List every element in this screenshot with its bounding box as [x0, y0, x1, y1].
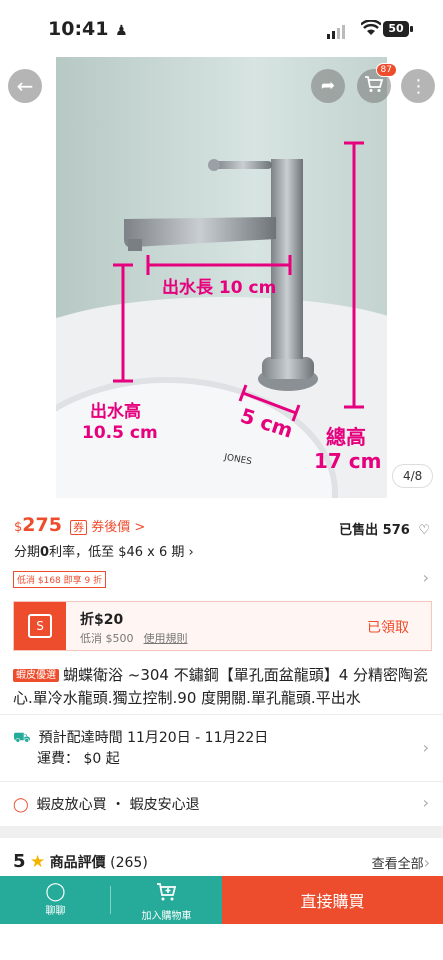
person-icon: ♟	[115, 23, 128, 39]
signal-icon	[327, 24, 349, 43]
chat-icon: ◯	[45, 881, 66, 902]
back-arrow-icon: ←	[16, 74, 34, 98]
guarantee-row[interactable]: ◯ 蝦皮放心買 ・ 蝦皮安心退	[13, 794, 200, 814]
shopping-bag-icon: S	[28, 614, 52, 638]
heart-icon[interactable]: ♡	[418, 523, 430, 538]
add-cart-icon	[111, 882, 222, 907]
shipping-eta: 預計配達時間 11月20日 - 11月22日	[38, 730, 269, 746]
shipping-fee: 運費： $0 起	[37, 751, 120, 767]
status-time: 10:41 ♟	[48, 18, 128, 40]
annotation-spout-length: 出水長 10 cm	[162, 278, 277, 298]
chevron-right-icon[interactable]: ›	[423, 568, 429, 587]
chevron-right-icon: ›	[423, 853, 430, 872]
star-icon: ★	[29, 852, 46, 872]
voucher-rules-link[interactable]: 使用規則	[144, 632, 188, 645]
product-image[interactable]: 出水長 10 cm 出水高 10.5 cm 5 cm 總高 17 cm JONE…	[56, 57, 387, 498]
cart-icon	[364, 74, 384, 98]
rating-score: 5	[13, 851, 26, 872]
annotation-total-height-value: 17 cm	[314, 449, 382, 473]
image-page-indicator: 4/8	[392, 464, 434, 488]
installment-rate-bold: 0	[40, 545, 50, 560]
annotation-total-height-label: 總高	[326, 425, 366, 449]
rating-count: (265)	[110, 855, 148, 871]
truck-icon: ⛟	[13, 730, 31, 746]
more-button[interactable]: ⋮	[401, 69, 435, 103]
coupon-price-link[interactable]: 券後價 >	[91, 520, 145, 535]
add-cart-label: 加入購物車	[141, 911, 192, 922]
chevron-right-icon[interactable]: ›	[423, 738, 429, 757]
preferred-badge: 蝦皮優選	[13, 669, 59, 682]
voucher-claimed-status[interactable]: 已領取	[367, 617, 409, 637]
price-amount: 275	[22, 514, 62, 536]
share-icon: ➦	[320, 76, 336, 96]
rating-label: 商品評價	[49, 855, 106, 871]
sold-label: 已售出 576	[339, 523, 410, 538]
voucher-min-spend: 低消 $500	[80, 632, 134, 645]
add-to-cart-button[interactable]: 加入購物車	[111, 876, 222, 924]
see-all-label: 查看全部	[371, 857, 424, 872]
battery-icon: 50	[383, 21, 413, 37]
wifi-icon	[360, 19, 382, 41]
voucher-title: 折$20	[80, 612, 124, 628]
product-title-text: 蝴蝶衛浴 ~304 不鏽鋼【單孔面盆龍頭】4 分精密陶瓷心.單冷水龍頭.獨立控制…	[13, 666, 429, 707]
status-bar: 10:41 ♟ 50	[0, 0, 443, 52]
coupon-icon: 券	[70, 520, 88, 535]
buy-now-button[interactable]: 直接購買	[222, 876, 443, 924]
voucher-subtitle: 低消 $500 使用規則	[80, 630, 188, 646]
back-button[interactable]: ←	[8, 69, 42, 103]
divider	[0, 714, 443, 715]
more-icon: ⋮	[409, 75, 428, 97]
guarantee-text: 蝦皮放心買 ・ 蝦皮安心退	[36, 797, 200, 813]
discount-tag[interactable]: 低消 $168 即享 9 折	[13, 571, 107, 588]
shipping-info[interactable]: ⛟ 預計配達時間 11月20日 - 11月22日 運費： $0 起	[13, 728, 268, 770]
product-title: 蝦皮優選 蝴蝶衛浴 ~304 不鏽鋼【單孔面盆龍頭】4 分精密陶瓷心.單冷水龍頭.…	[13, 664, 431, 709]
cart-count-badge: 87	[375, 63, 397, 77]
annotation-spout-height-label: 出水高	[90, 402, 141, 422]
cart-button[interactable]: 87	[357, 63, 397, 103]
section-separator	[0, 826, 443, 838]
see-all-reviews-link[interactable]: 查看全部›	[372, 853, 430, 872]
sold-count: 已售出 576 ♡	[339, 519, 430, 538]
voucher-card[interactable]: S 折$20 低消 $500 使用規則 已領取	[13, 601, 432, 651]
annotation-spout-height-value: 10.5 cm	[82, 423, 158, 443]
chat-label: 聊聊	[45, 906, 66, 917]
installment-info[interactable]: 分期0利率，低至 $46 x 6 期 ›	[14, 541, 194, 560]
installment-rate: 利率，低至 $46 x 6 期 ›	[49, 545, 194, 560]
share-button[interactable]: ➦	[311, 69, 345, 103]
price-row: $275 券 券後價 >	[14, 514, 145, 536]
installment-prefix: 分期	[14, 545, 41, 560]
shield-icon: ◯	[13, 797, 29, 813]
voucher-icon-area: S	[14, 602, 66, 650]
divider	[0, 781, 443, 782]
bottom-action-bar: ◯ 聊聊 加入購物車 直接購買	[0, 876, 443, 924]
rating-header: 5 ★ 商品評價 (265)	[13, 851, 148, 872]
chat-button[interactable]: ◯ 聊聊	[0, 876, 111, 924]
chevron-right-icon[interactable]: ›	[423, 793, 429, 812]
